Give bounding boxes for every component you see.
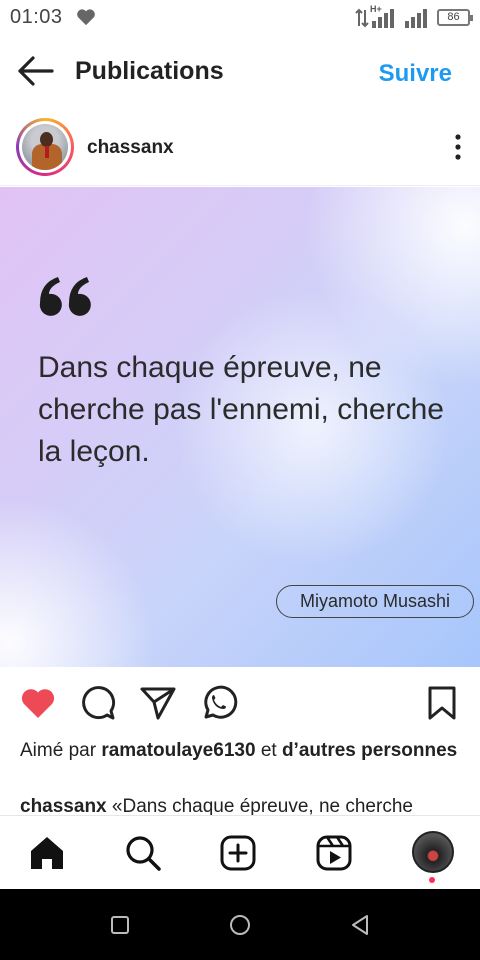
post-header: chassanx [0,108,480,186]
whatsapp-icon[interactable] [198,683,238,723]
bottom-nav [0,815,480,889]
post-actions [0,667,480,737]
notification-dot [429,877,435,883]
heart-icon[interactable] [18,683,58,723]
status-bar: 01:03 H+ 86 [0,0,480,38]
status-time: 01:03 [10,6,63,28]
battery-level: 86 [447,11,460,23]
app-header: Publications Suivre [0,38,480,108]
arrow-left-icon[interactable] [16,54,56,88]
heart-icon [77,9,95,26]
recents-icon[interactable] [108,913,132,937]
reels-icon[interactable] [315,834,353,872]
bookmark-icon[interactable] [422,683,462,723]
system-nav [0,889,480,960]
likes-prefix: Aimé par [20,740,97,761]
signal-icon-2 [405,9,427,28]
profile-avatar[interactable] [412,831,454,873]
likes-summary[interactable]: Aimé par ramatoulaye6130 et d’autres per… [20,737,470,765]
likes-user[interactable]: ramatoulaye6130 [101,740,255,761]
likes-middle: et [260,740,277,761]
battery-icon: 86 [437,9,473,26]
back-triangle-icon[interactable] [348,913,372,937]
avatar[interactable] [16,118,74,176]
quote-text: Dans chaque épreuve, ne cherche pas l'en… [38,351,444,468]
post-image[interactable]: Dans chaque épreuve, ne cherche pas l'en… [0,187,480,667]
likes-suffix[interactable]: d’autres personnes [282,740,457,761]
more-vertical-icon[interactable] [448,132,468,162]
create-icon[interactable] [219,834,257,872]
follow-button[interactable]: Suivre [379,60,452,88]
page-title: Publications [75,57,224,85]
home-icon[interactable] [28,834,66,872]
post-caption[interactable]: chassanx «Dans chaque épreuve, ne cherch… [20,793,470,815]
caption-username[interactable]: chassanx [20,796,107,815]
comment-icon[interactable] [78,683,118,723]
quote-author: Miyamoto Musashi [276,585,474,618]
caption-text: «Dans chaque épreuve, ne cherche [111,796,413,815]
home-circle-icon[interactable] [228,913,252,937]
quote-mark-icon [39,277,91,316]
share-icon[interactable] [138,683,178,723]
data-arrows-icon [355,8,369,28]
post-username[interactable]: chassanx [87,137,174,159]
search-icon[interactable] [124,834,162,872]
signal-icon [372,9,394,28]
